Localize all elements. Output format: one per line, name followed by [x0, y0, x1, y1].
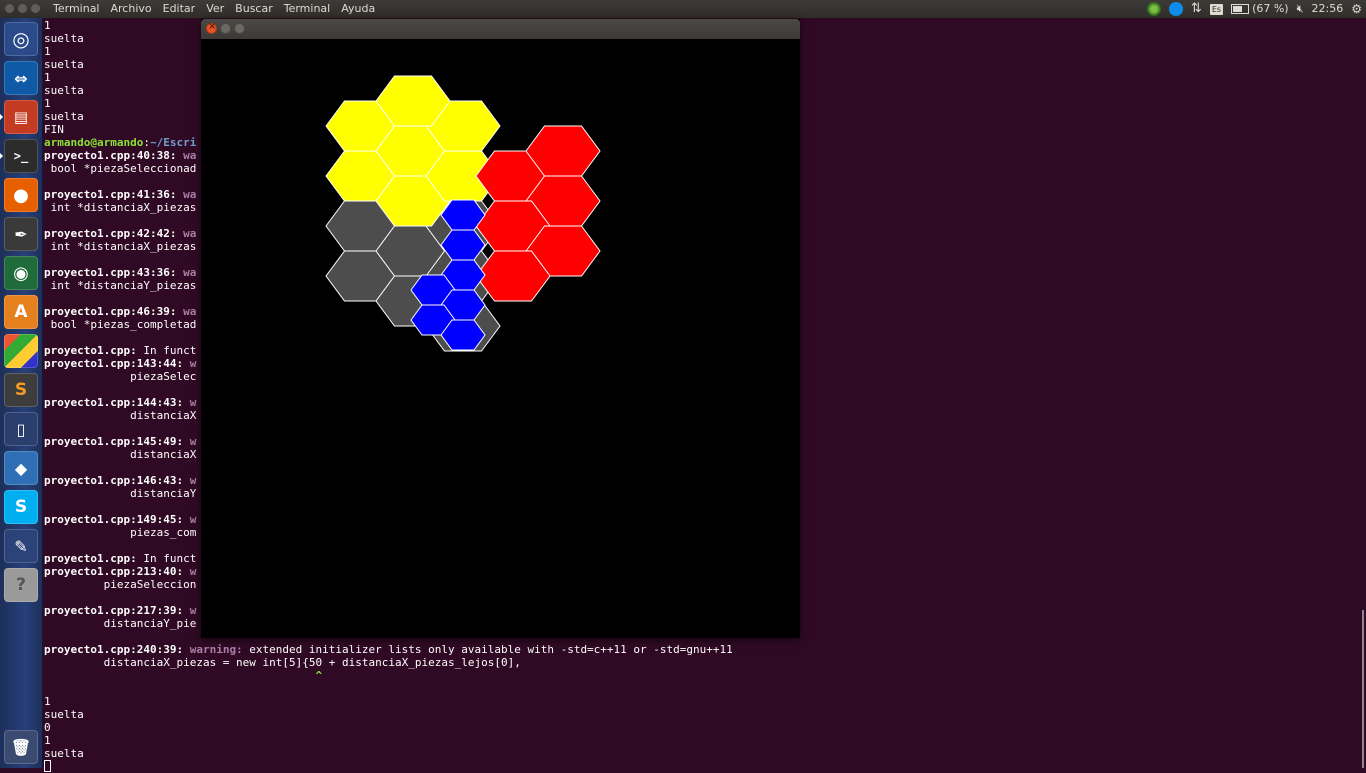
compiler-message: extended initializer lists only availabl… — [242, 643, 733, 656]
terminal-line: 0 — [44, 721, 51, 734]
panel-window-buttons — [5, 4, 40, 13]
prompt-line[interactable] — [44, 760, 1354, 773]
teamviewer-icon[interactable]: ⇔ — [4, 61, 38, 95]
compiler-location: proyecto1.cpp:145:49: — [44, 435, 184, 448]
transfer-arrows-icon[interactable]: ⇅ — [1191, 0, 1202, 18]
compiler-location: proyecto1.cpp: — [44, 344, 137, 357]
battery-icon — [1231, 4, 1250, 14]
compiler-location: proyecto1.cpp:146:43: — [44, 474, 184, 487]
terminal-line: 1 — [44, 734, 51, 747]
game-window[interactable] — [201, 19, 800, 638]
warning-label: w — [189, 604, 197, 617]
compiler-location: proyecto1.cpp:217:39: — [44, 604, 184, 617]
compiler-message: In funct — [136, 344, 197, 357]
terminal-line: suelta — [44, 708, 84, 721]
firefox-icon[interactable]: ● — [4, 178, 38, 212]
compiler-location: proyecto1.cpp:144:43: — [44, 396, 184, 409]
warning-label: w — [189, 565, 197, 578]
menu-editar[interactable]: Editar — [163, 0, 196, 18]
files-icon[interactable]: ▤ — [0, 100, 38, 134]
warning-label: w — [189, 474, 197, 487]
skype-icon[interactable]: S — [4, 490, 38, 524]
power-gear-icon[interactable]: ⚙ — [1351, 0, 1362, 18]
warning-label: wa — [183, 266, 197, 279]
terminal-line: proyecto1.cpp:240:39: warning: extended … — [44, 643, 1354, 656]
help-icon[interactable]: ? — [4, 568, 38, 602]
warning-label: wa — [183, 188, 197, 201]
warning-label: wa — [183, 227, 197, 240]
warning-label: warning: — [189, 643, 243, 656]
sublime-icon[interactable]: S — [4, 373, 38, 407]
system-tray: ⇅ Es (67 %) 🔇︎ 22:56 ⚙ — [1146, 0, 1366, 18]
menu-app-terminal[interactable]: Terminal — [53, 0, 100, 18]
compiler-location: proyecto1.cpp:42:42: — [44, 227, 177, 240]
trash-icon[interactable]: 🗑︎ — [4, 730, 38, 764]
warning-label: w — [189, 357, 197, 370]
compiler-location: proyecto1.cpp:46:39: — [44, 305, 177, 318]
webcam-icon[interactable]: ◉ — [4, 256, 38, 290]
launcher: ◎ ⇔ ▤ >_ ● ✒ ◉ A S ▯ ◆ S ✎ ? 🗑︎ — [0, 18, 43, 768]
phone-icon[interactable]: ▯ — [4, 412, 38, 446]
terminal-icon[interactable]: >_ — [0, 139, 38, 173]
prompt-separator: : — [143, 136, 150, 149]
caret-marker: ^ — [315, 669, 323, 682]
compiler-location: proyecto1.cpp:40:38: — [44, 149, 177, 162]
game-window-titlebar[interactable] — [201, 19, 800, 39]
warning-label: w — [189, 396, 197, 409]
close-icon[interactable] — [206, 21, 217, 34]
menu-ayuda[interactable]: Ayuda — [341, 0, 375, 18]
terminal-line: ^ — [44, 669, 1354, 682]
virtualbox-icon[interactable]: ◆ — [4, 451, 38, 485]
compiler-message: In funct — [136, 552, 197, 565]
compiler-location: proyecto1.cpp:240:39: — [44, 643, 184, 656]
terminal-line: 1 — [44, 695, 51, 708]
compiler-location: proyecto1.cpp:41:36: — [44, 188, 177, 201]
compiler-location: proyecto1.cpp:43:36: — [44, 266, 177, 279]
dash-icon[interactable]: ◎ — [4, 22, 38, 56]
terminal-scrollbar[interactable] — [1362, 610, 1364, 768]
software-center-icon[interactable]: A — [4, 295, 38, 329]
compiler-location: proyecto1.cpp:143:44: — [44, 357, 184, 370]
cursor — [44, 760, 51, 772]
keyboard-layout-indicator[interactable]: Es — [1209, 3, 1224, 15]
panel-minimize-icon[interactable] — [18, 4, 27, 13]
menu-terminal[interactable]: Terminal — [284, 0, 331, 18]
teamviewer-tray-icon[interactable] — [1168, 2, 1183, 16]
warning-label: wa — [183, 149, 197, 162]
clock[interactable]: 22:56 — [1312, 0, 1344, 18]
menu-buscar[interactable]: Buscar — [235, 0, 273, 18]
top-panel: Terminal Archivo Editar Ver Buscar Termi… — [0, 0, 1366, 18]
warning-label: w — [189, 435, 197, 448]
compiler-location: proyecto1.cpp: — [44, 552, 137, 565]
pen-icon[interactable]: ✎ — [4, 529, 38, 563]
maximize-icon[interactable] — [234, 23, 245, 34]
network-indicator-icon[interactable] — [1146, 2, 1161, 16]
caret-padding — [44, 669, 316, 682]
warning-label: w — [189, 513, 197, 526]
volume-muted-icon[interactable]: 🔇︎ — [1297, 0, 1304, 18]
workspaces-icon[interactable] — [4, 334, 38, 368]
app-menu: Terminal Archivo Editar Ver Buscar Termi… — [53, 0, 386, 18]
panel-maximize-icon[interactable] — [31, 4, 40, 13]
terminal-line: suelta — [44, 747, 84, 760]
compiler-location: proyecto1.cpp:213:40: — [44, 565, 184, 578]
menu-ver[interactable]: Ver — [206, 0, 224, 18]
menu-archivo[interactable]: Archivo — [111, 0, 152, 18]
game-board[interactable] — [201, 39, 800, 638]
panel-close-icon[interactable] — [5, 4, 14, 13]
minimize-icon[interactable] — [220, 23, 231, 34]
battery-percent: (67 %) — [1252, 2, 1289, 15]
compiler-location: proyecto1.cpp:149:45: — [44, 513, 184, 526]
prompt-user: armando@armando — [44, 136, 144, 149]
battery-indicator[interactable]: (67 %) — [1231, 0, 1289, 18]
inkscape-icon[interactable]: ✒ — [4, 217, 38, 251]
warning-label: wa — [183, 305, 197, 318]
terminal-line: distanciaX_piezas = new int[5]{50 + dist… — [44, 656, 521, 669]
prompt-path: ~/Escri — [149, 136, 197, 149]
